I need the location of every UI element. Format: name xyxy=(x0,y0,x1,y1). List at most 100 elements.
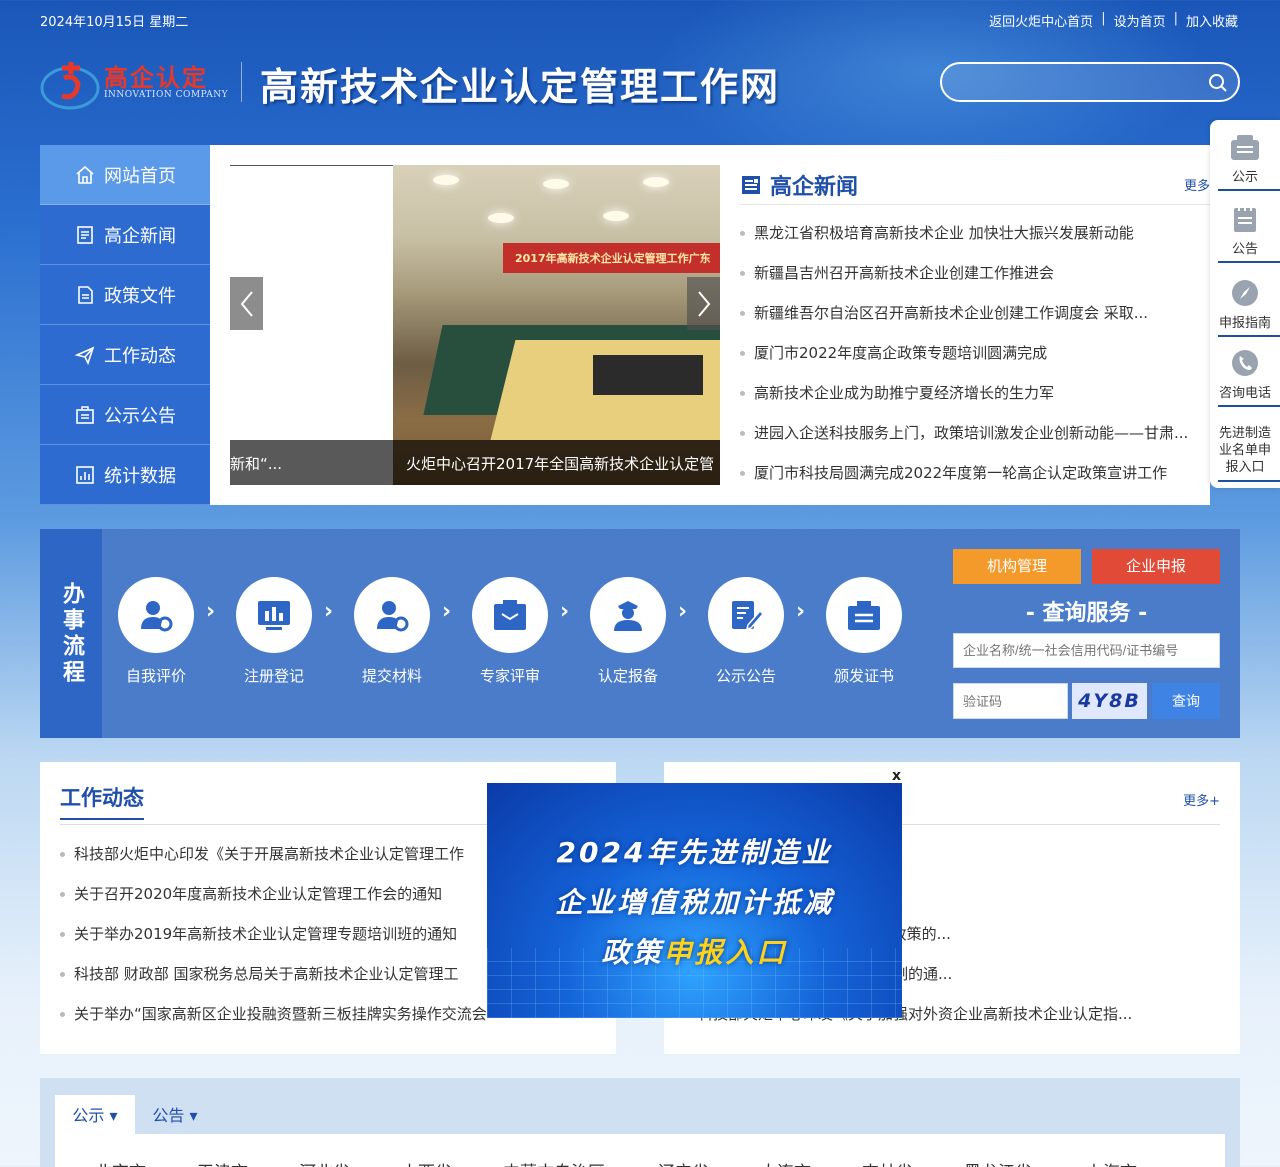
float-advanced-entry[interactable]: 先进制造业名单申报入口 xyxy=(1210,425,1280,482)
region-link[interactable]: 黑龙江省 xyxy=(964,1158,1086,1167)
step-submit[interactable]: 提交材料 xyxy=(354,577,430,686)
captcha-image[interactable]: 4Y8B xyxy=(1072,683,1147,719)
region-link[interactable]: 河北省 xyxy=(299,1158,401,1167)
step-circle xyxy=(708,577,784,653)
certificate-icon xyxy=(848,601,880,630)
float-phone[interactable]: 咨询电话 xyxy=(1210,348,1280,407)
region-link[interactable]: 山西省 xyxy=(401,1158,503,1167)
popup-line-3: 政策申报入口 xyxy=(601,936,788,969)
image-slider[interactable]: 2017年高新技术企业认定管理工作广东 新和“... 火炬中心召开2017年全国… xyxy=(230,165,720,485)
step-circle xyxy=(236,577,312,653)
float-guide[interactable]: 申报指南 xyxy=(1210,278,1280,337)
phone-icon xyxy=(1232,350,1258,376)
region-link[interactable]: 上海市 xyxy=(1086,1158,1146,1167)
company-apply-button[interactable]: 企业申报 xyxy=(1092,549,1220,584)
nav-label: 公示公告 xyxy=(104,405,176,427)
step-circle xyxy=(826,577,902,653)
bottom-tabs-section: 公示 ▾ 公告 ▾ 北京市 天津市 河北省 山西省 内蒙古自治区 辽宁省 大连市… xyxy=(40,1078,1240,1167)
nav-item-notice[interactable]: 公示公告 xyxy=(40,385,210,445)
step-circle xyxy=(354,577,430,653)
policy-more-link[interactable]: 更多+ xyxy=(1183,790,1220,809)
link-set-homepage[interactable]: 设为首页 xyxy=(1114,11,1166,30)
region-link[interactable]: 内蒙古自治区 xyxy=(503,1158,658,1167)
review-box-icon xyxy=(494,600,526,630)
step-circle xyxy=(590,577,666,653)
slide-caption[interactable]: 新和“... 火炬中心召开2017年全国高新技术企业认定管 xyxy=(230,440,720,485)
tab-publicity[interactable]: 公示 ▾ xyxy=(55,1095,135,1136)
chart-icon xyxy=(76,465,94,484)
news-item[interactable]: 高新技术企业成为助推宁夏经济增长的生力军 xyxy=(740,373,1210,413)
region-link[interactable]: 吉林省 xyxy=(862,1158,964,1167)
region-link[interactable]: 大连市 xyxy=(760,1158,862,1167)
process-section: 办事流程 自我评价 › 注册登记 › 提交材料 › 专家评审 › 认定报备 › xyxy=(40,529,1240,738)
news-more-link[interactable]: 更多 xyxy=(1184,175,1210,194)
work-news-title: 工作动态 xyxy=(60,782,144,820)
document-icon xyxy=(77,225,93,244)
region-link[interactable]: 天津市 xyxy=(197,1158,299,1167)
user-settings-icon xyxy=(377,601,409,632)
news-item[interactable]: 厦门市科技局圆满完成2022年度第一轮高企认定政策宣讲工作 xyxy=(740,453,1210,493)
step-certificate[interactable]: 颁发证书 xyxy=(826,577,902,686)
link-add-favorite[interactable]: 加入收藏 xyxy=(1186,11,1238,30)
nav-item-news[interactable]: 高企新闻 xyxy=(40,205,210,265)
region-list: 北京市 天津市 河北省 山西省 内蒙古自治区 辽宁省 大连市 吉林省 黑龙江省 … xyxy=(95,1158,1146,1167)
announcement-icon xyxy=(1234,206,1256,232)
user-gear-icon xyxy=(141,601,173,632)
search-input[interactable] xyxy=(958,72,1198,94)
caption-current: 火炬中心召开2017年全国高新技术企业认定管 xyxy=(406,455,715,473)
nav-label: 统计数据 xyxy=(104,465,176,487)
ceiling-light xyxy=(643,177,669,187)
org-management-button[interactable]: 机构管理 xyxy=(953,549,1081,584)
chevron-right-icon xyxy=(697,290,710,317)
query-button[interactable]: 查询 xyxy=(1152,683,1220,719)
compass-icon xyxy=(1232,280,1258,306)
float-announcement[interactable]: 公告 xyxy=(1210,204,1280,263)
news-title: 高企新闻 xyxy=(770,174,859,200)
step-expert-review[interactable]: 专家评审 xyxy=(472,577,548,686)
search-icon[interactable] xyxy=(1208,73,1228,93)
query-service: 机构管理 企业申报 - 查询服务 - 4Y8B 查询 xyxy=(953,549,1220,729)
news-panel: 高企新闻 更多 黑龙江省积极培育高新技术企业 加快壮大振兴发展新动能 新疆昌吉州… xyxy=(740,165,1210,495)
news-item[interactable]: 进园入企送科技服务上门，政策培训激发企业创新动能——甘肃... xyxy=(740,413,1210,453)
news-item[interactable]: 黑龙江省积极培育高新技术企业 加快壮大振兴发展新动能 xyxy=(740,213,1210,253)
slide-photo[interactable]: 2017年高新技术企业认定管理工作广东 xyxy=(393,165,720,485)
link-torch-home[interactable]: 返回火炬中心首页 xyxy=(989,11,1093,30)
nav-item-stats[interactable]: 统计数据 xyxy=(40,445,210,505)
news-item[interactable]: 厦门市2022年度高企政策专题培训圆满完成 xyxy=(740,333,1210,373)
step-label: 认定报备 xyxy=(597,667,658,685)
step-label: 注册登记 xyxy=(243,667,304,685)
slider-next-button[interactable] xyxy=(687,277,720,330)
step-self-eval[interactable]: 自我评价 xyxy=(118,577,194,686)
nav-item-policy[interactable]: 政策文件 xyxy=(40,265,210,325)
nav-label: 高企新闻 xyxy=(104,225,176,247)
popup-close-button[interactable]: x xyxy=(892,768,901,784)
process-title: 办事流程 xyxy=(40,529,102,738)
region-link[interactable]: 辽宁省 xyxy=(658,1158,760,1167)
region-link[interactable]: 北京市 xyxy=(95,1158,197,1167)
news-item[interactable]: 新疆昌吉州召开高新技术企业创建工作推进会 xyxy=(740,253,1210,293)
step-filing[interactable]: 认定报备 xyxy=(590,577,666,686)
float-publicity[interactable]: 公示 xyxy=(1210,132,1280,191)
captcha-input[interactable] xyxy=(953,683,1068,719)
site-logo[interactable]: 高企认定 INNOVATION COMPANY xyxy=(40,52,230,110)
news-item[interactable]: 新疆维吾尔自治区召开高新技术企业创建工作调度会 采取... xyxy=(740,293,1210,333)
popup-line-1: 2024年先进制造业 xyxy=(556,836,833,869)
nav-item-work[interactable]: 工作动态 xyxy=(40,325,210,385)
nav-label: 工作动态 xyxy=(104,345,176,367)
step-publicity[interactable]: 公示公告 xyxy=(708,577,784,686)
region-box: 北京市 天津市 河北省 山西省 内蒙古自治区 辽宁省 大连市 吉林省 黑龙江省 … xyxy=(55,1134,1225,1167)
step-label: 自我评价 xyxy=(125,667,186,685)
slider-prev-button[interactable] xyxy=(230,277,263,330)
step-arrow-icon: › xyxy=(678,599,688,624)
step-register[interactable]: 注册登记 xyxy=(236,577,312,686)
company-search-input[interactable] xyxy=(953,633,1220,668)
nav-item-home[interactable]: 网站首页 xyxy=(40,145,210,205)
tab-announcement[interactable]: 公告 ▾ xyxy=(135,1095,215,1136)
step-label: 提交材料 xyxy=(361,667,422,685)
logo-icon xyxy=(40,62,100,110)
popup-ad[interactable]: 2024年先进制造业 企业增值税加计抵减 政策申报入口 xyxy=(487,783,902,1018)
caret-down-icon: ▾ xyxy=(189,1106,198,1125)
send-icon xyxy=(74,346,95,365)
newspaper-icon xyxy=(742,175,760,194)
separator: | xyxy=(1173,11,1178,26)
